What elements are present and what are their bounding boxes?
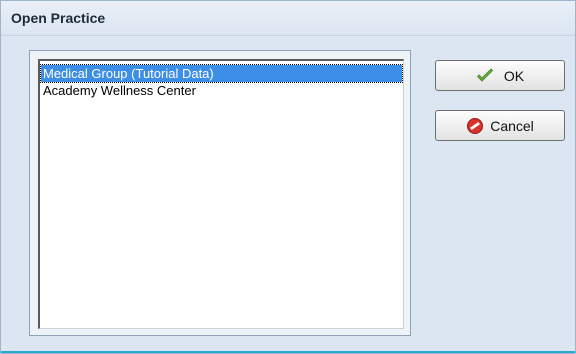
list-item[interactable]: Academy Wellness Center bbox=[41, 82, 402, 99]
window-title: Open Practice bbox=[11, 10, 106, 26]
ok-button[interactable]: OK bbox=[435, 60, 565, 91]
title-bar[interactable]: Open Practice bbox=[1, 1, 575, 36]
no-entry-icon bbox=[466, 117, 484, 135]
cancel-button[interactable]: Cancel bbox=[435, 110, 565, 141]
bottom-accent-strip bbox=[1, 351, 575, 353]
list-item[interactable]: Medical Group (Tutorial Data) bbox=[40, 64, 403, 83]
dialog-body: Medical Group (Tutorial Data) Academy We… bbox=[1, 36, 575, 353]
practice-listbox[interactable]: Medical Group (Tutorial Data) Academy We… bbox=[38, 59, 404, 329]
practice-list-frame: Medical Group (Tutorial Data) Academy We… bbox=[29, 50, 411, 336]
cancel-label: Cancel bbox=[490, 117, 534, 134]
ok-label: OK bbox=[503, 67, 525, 84]
open-practice-dialog: Open Practice Medical Group (Tutorial Da… bbox=[0, 0, 576, 354]
checkmark-icon bbox=[476, 67, 494, 85]
